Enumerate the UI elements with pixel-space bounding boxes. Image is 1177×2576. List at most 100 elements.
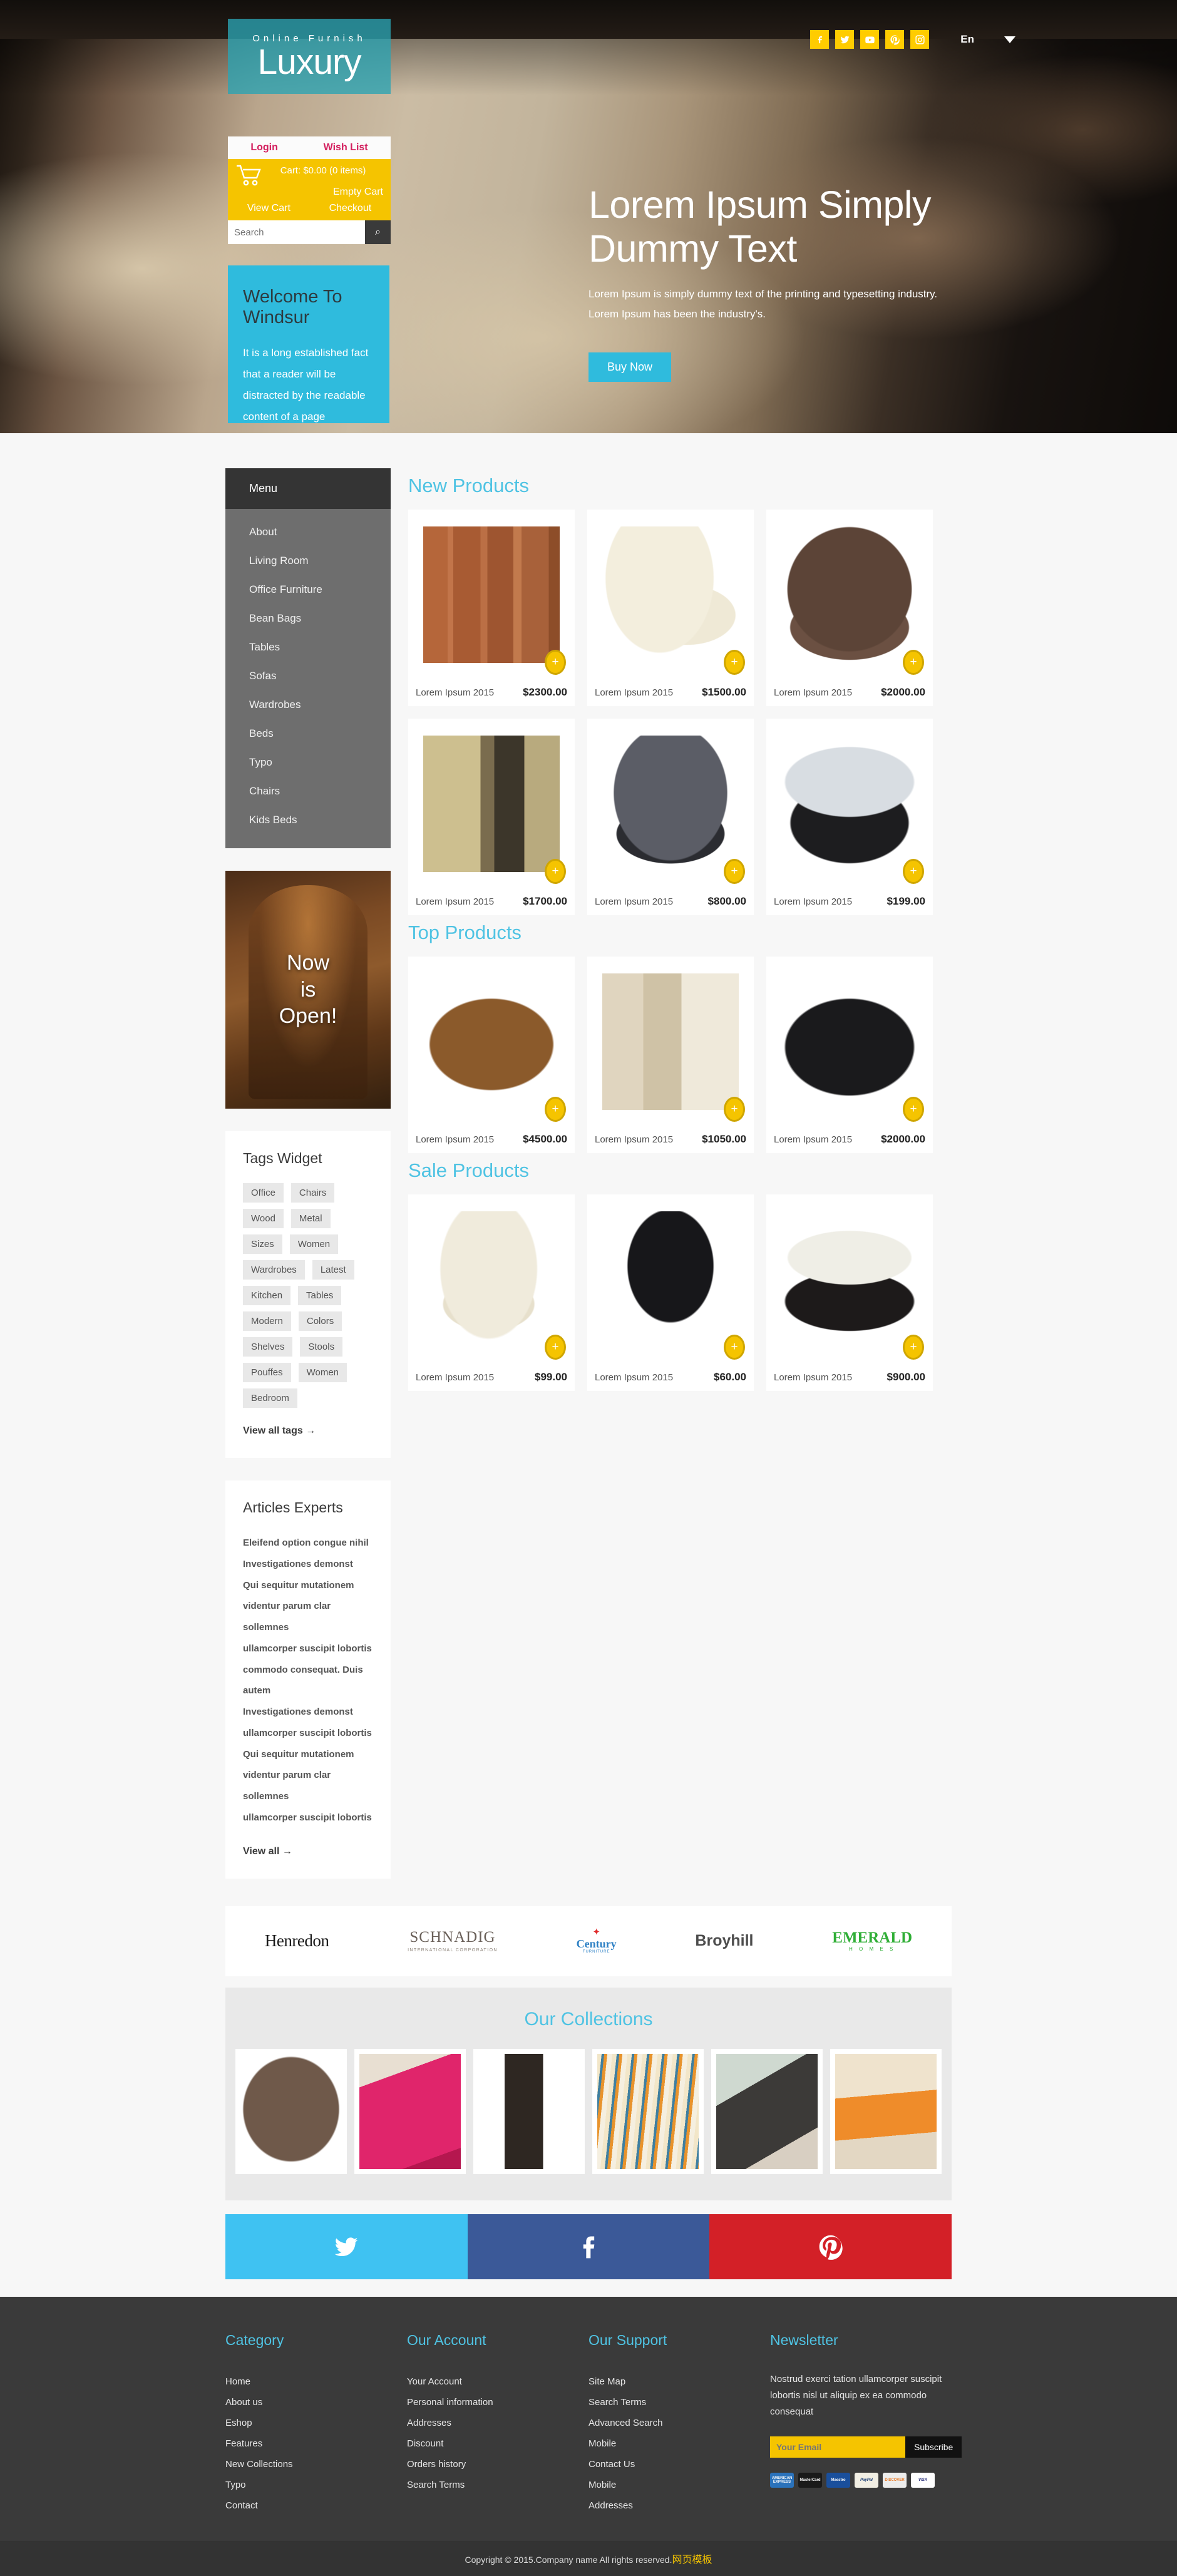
collection-item[interactable] <box>711 2048 823 2174</box>
subscribe-button[interactable]: Subscribe <box>905 2436 962 2458</box>
footer-link[interactable]: Search Terms <box>407 2475 588 2495</box>
product-card[interactable]: + Lorem Ipsum 2015 $2000.00 <box>766 510 933 706</box>
pinterest-icon[interactable] <box>709 2214 952 2279</box>
product-card[interactable]: + Lorem Ipsum 2015 $1500.00 <box>587 510 754 706</box>
sidebar-item-about[interactable]: About <box>225 518 391 547</box>
tag-chip[interactable]: Women <box>289 1234 339 1254</box>
youtube-icon[interactable] <box>860 30 880 49</box>
collection-item[interactable] <box>354 2048 466 2174</box>
add-to-cart-icon[interactable]: + <box>903 1335 924 1360</box>
collection-item[interactable] <box>592 2048 704 2174</box>
product-card[interactable]: + Lorem Ipsum 2015 $4500.00 <box>408 957 575 1153</box>
add-to-cart-icon[interactable]: + <box>724 1335 745 1360</box>
brand-schnadig[interactable]: SCHNADIG INTERNATIONAL CORPORATION <box>408 1929 498 1953</box>
article-link[interactable]: Eleifend option congue nihil <box>243 1532 373 1554</box>
sidebar-item-beds[interactable]: Beds <box>225 719 391 748</box>
view-all-articles-link[interactable]: View all → <box>243 1846 373 1857</box>
sidebar-item-tables[interactable]: Tables <box>225 633 391 662</box>
product-card[interactable]: + Lorem Ipsum 2015 $60.00 <box>587 1194 754 1391</box>
product-card[interactable]: + Lorem Ipsum 2015 $99.00 <box>408 1194 575 1391</box>
article-link[interactable]: Qui sequitur mutationem <box>243 1575 373 1596</box>
tag-chip[interactable]: Latest <box>312 1260 354 1280</box>
footer-link[interactable]: Contact <box>225 2495 407 2516</box>
sidebar-item-office-furniture[interactable]: Office Furniture <box>225 575 391 604</box>
search-input[interactable] <box>228 220 365 244</box>
tag-chip[interactable]: Metal <box>290 1209 331 1228</box>
promo-banner[interactable]: Now is Open! <box>225 871 391 1109</box>
article-link[interactable]: videntur parum clar sollemnes <box>243 1596 373 1638</box>
footer-link[interactable]: Advanced Search <box>588 2413 770 2433</box>
email-field[interactable] <box>770 2436 905 2458</box>
twitter-icon[interactable] <box>225 2214 468 2279</box>
facebook-icon[interactable] <box>467 2214 710 2279</box>
login-link[interactable]: Login <box>250 142 278 153</box>
footer-link[interactable]: Mobile <box>588 2475 770 2495</box>
tag-chip[interactable]: Stools <box>300 1337 343 1357</box>
product-card[interactable]: + Lorem Ipsum 2015 $199.00 <box>766 719 933 915</box>
checkout-link[interactable]: Checkout <box>329 203 372 214</box>
add-to-cart-icon[interactable]: + <box>903 650 924 675</box>
sidebar-item-wardrobes[interactable]: Wardrobes <box>225 690 391 719</box>
brand-emerald[interactable]: EMERALD H O M E S <box>832 1929 912 1952</box>
language-label[interactable]: En <box>960 33 974 46</box>
collection-item[interactable] <box>235 2048 347 2174</box>
article-link[interactable]: ullamcorper suscipit lobortis <box>243 1807 373 1829</box>
view-all-tags-link[interactable]: View all tags → <box>243 1425 373 1437</box>
view-cart-link[interactable]: View Cart <box>247 203 290 214</box>
tag-chip[interactable]: Office <box>243 1183 284 1203</box>
tag-chip[interactable]: Wood <box>243 1209 284 1228</box>
brand-broyhill[interactable]: Broyhill <box>695 1932 753 1950</box>
product-card[interactable]: + Lorem Ipsum 2015 $900.00 <box>766 1194 933 1391</box>
tag-chip[interactable]: Pouffes <box>243 1363 291 1382</box>
sidebar-item-chairs[interactable]: Chairs <box>225 777 391 806</box>
add-to-cart-icon[interactable]: + <box>545 859 566 884</box>
footer-link[interactable]: Site Map <box>588 2371 770 2392</box>
add-to-cart-icon[interactable]: + <box>724 859 745 884</box>
footer-link[interactable]: New Collections <box>225 2454 407 2475</box>
footer-link[interactable]: Addresses <box>588 2495 770 2516</box>
sidebar-item-kids-beds[interactable]: Kids Beds <box>225 806 391 834</box>
add-to-cart-icon[interactable]: + <box>724 650 745 675</box>
sidebar-item-living-room[interactable]: Living Room <box>225 547 391 575</box>
brand-century[interactable]: ✦ Century FURNITURE <box>577 1927 617 1954</box>
add-to-cart-icon[interactable]: + <box>903 859 924 884</box>
tag-chip[interactable]: Chairs <box>290 1183 335 1203</box>
tag-chip[interactable]: Shelves <box>243 1337 293 1357</box>
tag-chip[interactable]: Tables <box>298 1286 342 1305</box>
add-to-cart-icon[interactable]: + <box>545 1335 566 1360</box>
article-link[interactable]: videntur parum clar sollemnes <box>243 1765 373 1807</box>
footer-link[interactable]: Personal information <box>407 2392 588 2413</box>
footer-link[interactable]: Mobile <box>588 2433 770 2454</box>
add-to-cart-icon[interactable]: + <box>545 1097 566 1122</box>
tag-chip[interactable]: Bedroom <box>243 1388 297 1408</box>
footer-link[interactable]: About us <box>225 2392 407 2413</box>
footer-link[interactable]: Orders history <box>407 2454 588 2475</box>
tag-chip[interactable]: Sizes <box>243 1234 282 1254</box>
tag-chip[interactable]: Wardrobes <box>243 1260 305 1280</box>
site-logo[interactable]: Online Furnish Luxury <box>228 19 391 94</box>
chevron-down-icon[interactable] <box>1004 36 1015 43</box>
instagram-icon[interactable] <box>910 30 930 49</box>
add-to-cart-icon[interactable]: + <box>724 1097 745 1122</box>
product-card[interactable]: + Lorem Ipsum 2015 $1700.00 <box>408 719 575 915</box>
footer-link[interactable]: Features <box>225 2433 407 2454</box>
article-link[interactable]: Investigationes demonst <box>243 1554 373 1575</box>
tag-chip[interactable]: Women <box>298 1363 347 1382</box>
tag-chip[interactable]: Modern <box>243 1311 291 1331</box>
article-link[interactable]: commodo consequat. Duis autem <box>243 1660 373 1702</box>
article-link[interactable]: ullamcorper suscipit lobortis <box>243 1638 373 1660</box>
footer-link[interactable]: Search Terms <box>588 2392 770 2413</box>
pinterest-icon[interactable] <box>885 30 905 49</box>
search-icon[interactable]: ⌕ <box>365 220 391 244</box>
article-link[interactable]: Investigationes demonst <box>243 1701 373 1723</box>
facebook-icon[interactable] <box>810 30 830 49</box>
buy-now-button[interactable]: Buy Now <box>588 352 672 382</box>
footer-link[interactable]: Addresses <box>407 2413 588 2433</box>
sidebar-item-typo[interactable]: Typo <box>225 748 391 777</box>
footer-link[interactable]: Discount <box>407 2433 588 2454</box>
product-card[interactable]: + Lorem Ipsum 2015 $1050.00 <box>587 957 754 1153</box>
article-link[interactable]: Qui sequitur mutationem <box>243 1744 373 1765</box>
wishlist-link[interactable]: Wish List <box>324 142 368 153</box>
footer-link[interactable]: Contact Us <box>588 2454 770 2475</box>
sidebar-item-sofas[interactable]: Sofas <box>225 662 391 690</box>
